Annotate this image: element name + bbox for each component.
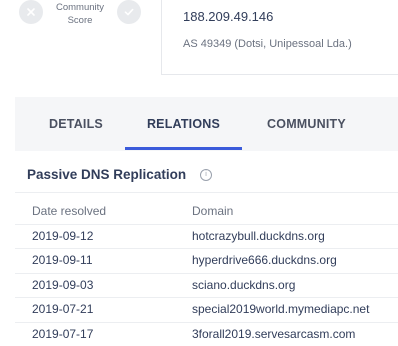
table-row: 2019-07-21 special2019world.mymediapc.ne… [15,297,398,322]
column-header-date: Date resolved [32,204,106,218]
domain-link[interactable]: hyperdrive666.duckdns.org [192,253,337,267]
tab-community[interactable]: COMMUNITY [249,97,364,151]
section-header: Passive DNS Replication i [27,167,212,182]
table-row: 2019-09-12 hotcrazybull.duckdns.org [15,224,398,249]
tab-bar: DETAILS RELATIONS COMMUNITY [15,97,398,151]
ip-address: 188.209.49.146 [183,9,273,24]
domain-link[interactable]: special2019world.mymediapc.net [192,302,369,316]
community-score-widget: Community Score [0,0,160,75]
domain-link[interactable]: sciano.duckdns.org [192,278,295,292]
date-cell: 2019-09-12 [32,229,93,243]
table-row: 2019-09-03 sciano.duckdns.org [15,273,398,298]
column-header-domain: Domain [192,204,233,218]
date-cell: 2019-07-17 [32,327,93,341]
divider [15,192,398,193]
date-cell: 2019-09-11 [32,253,93,267]
passive-dns-table: Date resolved Domain 2019-09-12 hotcrazy… [15,200,398,346]
tab-relations[interactable]: RELATIONS [125,97,242,151]
domain-link[interactable]: hotcrazybull.duckdns.org [192,229,325,243]
vote-malicious-button[interactable] [19,0,43,24]
table-row: 2019-07-17 3forall2019.servesarcasm.com [15,322,398,346]
as-info: AS 49349 (Dotsi, Unipessoal Lda.) [183,38,352,50]
date-cell: 2019-07-21 [32,302,93,316]
check-icon [123,6,135,18]
community-score-label: Community Score [48,1,112,27]
ip-info-card: 188.209.49.146 AS 49349 (Dotsi, Unipesso… [161,0,398,75]
tab-details[interactable]: DETAILS [35,97,117,151]
table-header: Date resolved Domain [15,200,398,224]
info-icon[interactable]: i [200,169,212,181]
vote-harmless-button[interactable] [117,0,141,24]
table-row: 2019-09-11 hyperdrive666.duckdns.org [15,248,398,273]
close-icon [25,6,37,18]
domain-link[interactable]: 3forall2019.servesarcasm.com [192,327,355,341]
date-cell: 2019-09-03 [32,278,93,292]
section-title: Passive DNS Replication [27,167,186,182]
active-tab-indicator [125,147,242,150]
